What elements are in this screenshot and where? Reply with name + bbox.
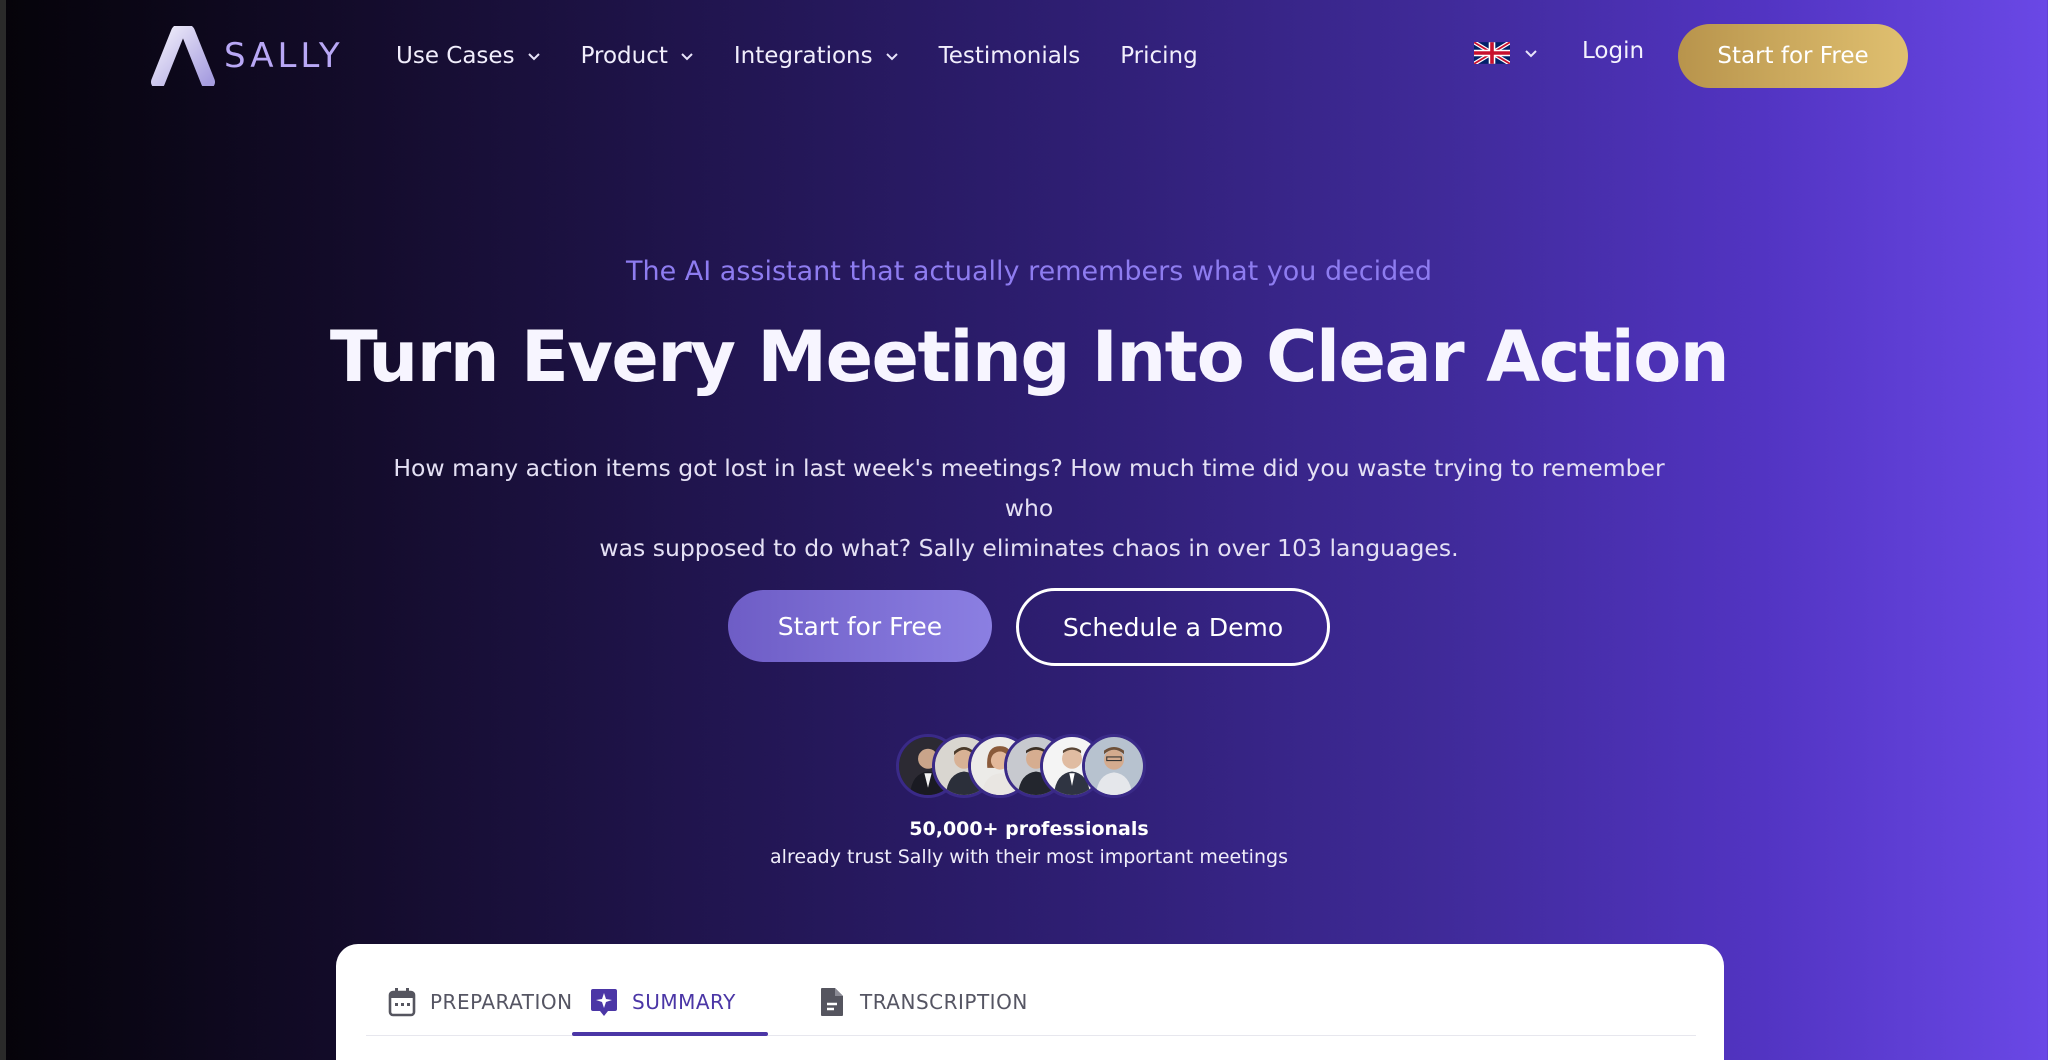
- hero-headline: Turn Every Meeting Into Clear Action: [329, 316, 1730, 398]
- nav-item-product[interactable]: Product: [581, 43, 694, 69]
- brand-name: SALLY: [224, 36, 344, 76]
- sparkle-icon: [591, 989, 617, 1016]
- start-for-free-nav-button[interactable]: Start for Free: [1678, 24, 1908, 88]
- tab-summary[interactable]: SUMMARY: [590, 968, 736, 1036]
- start-for-free-button[interactable]: Start for Free: [728, 590, 992, 662]
- nav-item-pricing[interactable]: Pricing: [1120, 43, 1198, 69]
- preview-tabs: PREPARATION SUMMARY TRANSCRIPTION: [366, 968, 1696, 1036]
- calendar-icon: [388, 988, 416, 1017]
- tab-label: PREPARATION: [430, 990, 573, 1014]
- nav-item-label: Testimonials: [938, 43, 1081, 69]
- product-preview-panel: PREPARATION SUMMARY TRANSCRIPTION: [336, 944, 1724, 1060]
- tab-label: SUMMARY: [632, 990, 736, 1014]
- social-proof-title: 50,000+ professionals: [909, 818, 1149, 840]
- nav-item-testimonials[interactable]: Testimonials: [939, 43, 1081, 69]
- login-link[interactable]: Login: [1582, 38, 1644, 64]
- window-edge: [0, 0, 6, 1060]
- social-proof-subtitle: already trust Sally with their most impo…: [770, 846, 1288, 868]
- nav-item-integrations[interactable]: Integrations: [734, 43, 899, 69]
- hero-subtext: How many action items got lost in last w…: [374, 448, 1684, 568]
- hero-eyebrow: The AI assistant that actually remembers…: [625, 256, 1432, 287]
- avatar-group: [896, 734, 1164, 798]
- uk-flag-icon: [1474, 42, 1510, 64]
- hero-subtext-line: was supposed to do what? Sally eliminate…: [599, 534, 1459, 562]
- top-navigation: SALLY Use Cases Product Integrations Tes…: [0, 0, 2048, 112]
- hero-subtext-line: How many action items got lost in last w…: [393, 454, 1665, 522]
- nav-item-label: Product: [580, 43, 668, 69]
- language-selector[interactable]: [1474, 42, 1538, 64]
- nav-item-use-cases[interactable]: Use Cases: [396, 43, 541, 69]
- sally-logo-icon: [151, 26, 215, 86]
- chevron-down-icon: [885, 53, 898, 61]
- document-icon: [821, 988, 843, 1016]
- nav-item-label: Integrations: [733, 43, 873, 69]
- tab-label: TRANSCRIPTION: [860, 990, 1028, 1014]
- nav-menu: Use Cases Product Integrations Testimoni…: [396, 38, 1238, 74]
- tab-transcription[interactable]: TRANSCRIPTION: [818, 968, 1028, 1036]
- active-tab-indicator: [572, 1032, 768, 1036]
- chevron-down-icon: [681, 53, 693, 61]
- avatar: [1082, 734, 1146, 798]
- brand-logo[interactable]: SALLY: [150, 26, 344, 86]
- schedule-demo-button[interactable]: Schedule a Demo: [1016, 588, 1330, 666]
- nav-item-label: Use Cases: [396, 43, 515, 69]
- chevron-down-icon: [1525, 50, 1537, 58]
- nav-item-label: Pricing: [1120, 43, 1198, 69]
- chevron-down-icon: [527, 53, 540, 61]
- tab-preparation[interactable]: PREPARATION: [388, 968, 573, 1036]
